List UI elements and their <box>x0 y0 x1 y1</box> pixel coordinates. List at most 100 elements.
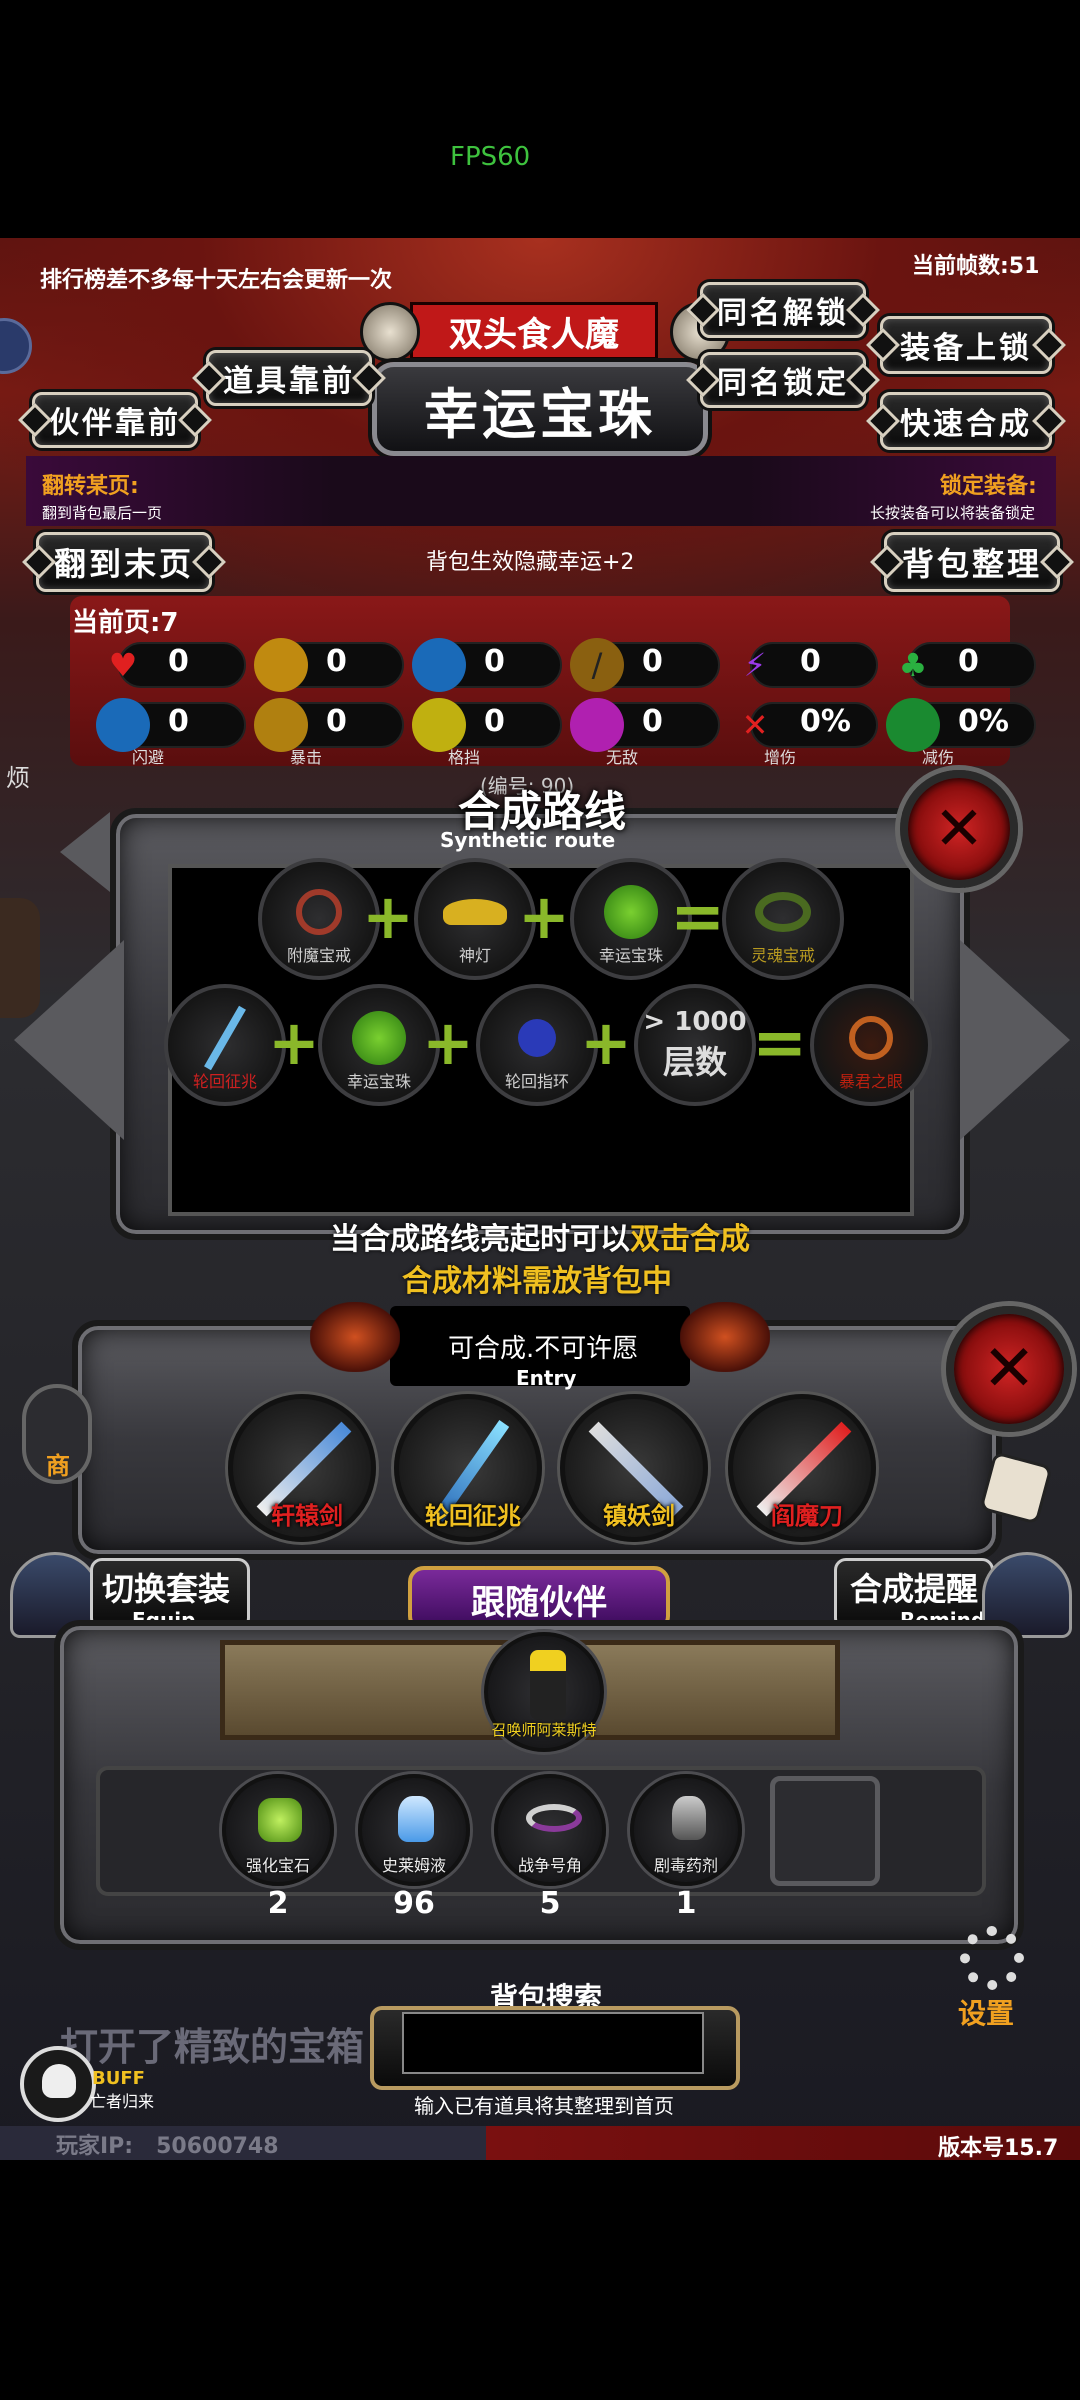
inventory-slot-1[interactable]: 强化宝石 <box>222 1774 334 1886</box>
lamp-icon <box>443 899 507 925</box>
soul-ring-icon <box>755 892 811 932</box>
plus-icon: + <box>580 1006 632 1079</box>
plus-icon: + <box>518 880 570 953</box>
gem-icon <box>258 1798 302 1842</box>
partner-slot[interactable]: 召唤师阿莱斯特 <box>484 1632 604 1752</box>
frame-count: 当前帧数:51 <box>912 254 1040 279</box>
stat-luck: ♣ 0 <box>886 636 1044 694</box>
monster-name: 双头食人魔 <box>449 314 619 355</box>
flip-last-page-button[interactable]: 翻到末页 <box>36 532 212 592</box>
switch-equip-label: 切换套装 <box>102 1570 231 1608</box>
stats-row-2: 0 闪避 0 暴击 0 格挡 0 无敌 ✕ 0% 增伤 0% 减伤 <box>96 696 1044 767</box>
items-front-button[interactable]: 道具靠前 <box>206 350 372 406</box>
lock-equip-label: 锁定装备: <box>940 474 1037 499</box>
bag-effect-text: 背包生效隐藏幸运+2 <box>426 550 635 575</box>
stat-hp: ♥ 0 <box>96 636 254 694</box>
buff-button[interactable] <box>20 2046 96 2122</box>
right-claw-icon <box>680 1302 770 1372</box>
settings-button[interactable]: 设置 <box>946 1926 1038 2036</box>
staff-icon <box>204 1005 246 1071</box>
weapon-reincarnation-omen[interactable]: 轮回征兆 <box>394 1394 542 1542</box>
stat-damage-reduce: 0% 减伤 <box>886 696 1044 767</box>
version-label: 版本号15.7 <box>938 2136 1059 2161</box>
recipe1-result[interactable]: 灵魂宝戒 <box>722 858 844 980</box>
fps-counter: FPS60 <box>450 142 531 172</box>
inventory-slot-4[interactable]: 剧毒药剂 <box>630 1774 742 1886</box>
recipe2-layers: > 1000 层数 <box>634 984 756 1106</box>
weapon-xuanyuan-sword[interactable]: 轩辕剑 <box>228 1394 376 1542</box>
next-arrow-icon[interactable] <box>960 940 1070 1140</box>
search-hint: 输入已有道具将其整理到首页 <box>414 2094 674 2118</box>
close-entry-button[interactable]: ✕ <box>946 1306 1072 1432</box>
inventory-count-1: 2 <box>267 1886 289 1921</box>
stat-attack: /0 <box>570 636 728 694</box>
small-prev-arrow-icon[interactable] <box>60 812 110 892</box>
plus-icon: + <box>422 1006 474 1079</box>
stats-row-1: ♥ 0 0 0 /0 ⚡ 0 ♣ 0 <box>96 636 1044 694</box>
summoner-icon <box>530 1650 566 1720</box>
close-route-button[interactable]: ✕ <box>900 770 1018 888</box>
reincarnation-ring-icon <box>518 1019 556 1057</box>
leaderboard-notice: 排行榜差不多每十天左右会更新一次 <box>40 268 393 293</box>
monster-name-plate: 双头食人魔 <box>410 302 658 360</box>
search-input[interactable] <box>402 2012 704 2074</box>
left-claw-icon <box>310 1302 400 1372</box>
current-page: 当前页:7 <box>72 608 179 638</box>
stat-block: 0 格挡 <box>412 696 570 767</box>
prev-arrow-icon[interactable] <box>14 940 124 1140</box>
merge-tip-2: 合成材料需放背包中 <box>402 1264 672 1299</box>
stat-damage-up: ✕ 0% 增伤 <box>728 696 886 767</box>
follow-partner-label: 跟随伙伴 <box>471 1582 607 1623</box>
plus-icon: + <box>362 880 414 953</box>
poison-icon <box>672 1796 706 1840</box>
layers-label: 层数 <box>662 1043 727 1081</box>
plus-icon: + <box>268 1006 320 1079</box>
buff-label: BUFF <box>92 2068 145 2089</box>
flip-page-hint: 翻到背包最后一页 <box>42 504 163 522</box>
inventory-slot-3[interactable]: 战争号角 <box>494 1774 606 1886</box>
lucky-orb-icon <box>352 1011 406 1065</box>
inventory-slot-2[interactable]: 史莱姆液 <box>358 1774 470 1886</box>
entry-label: Entry <box>516 1366 577 1390</box>
skull-icon <box>42 2064 76 2098</box>
ring-icon <box>296 889 342 935</box>
clover-icon: ♣ <box>898 646 928 684</box>
buff-sub: 亡者归来 <box>90 2092 155 2111</box>
quick-merge-button[interactable]: 快速合成 <box>880 392 1052 450</box>
stat-armor: 0 <box>254 636 412 694</box>
inventory-slot-5[interactable] <box>770 1776 880 1886</box>
helmet-icon <box>412 638 466 692</box>
equip-lock-button[interactable]: 装备上锁 <box>880 316 1052 374</box>
equals-icon: = <box>670 878 726 955</box>
stat-crit: 0 暴击 <box>254 696 412 767</box>
merge-tip-1: 当合成路线亮起时可以双击合成 <box>330 1222 750 1257</box>
same-name-lock-button[interactable]: 同名锁定 <box>700 352 866 408</box>
equals-icon: = <box>752 1004 808 1081</box>
bag-sort-button[interactable]: 背包整理 <box>884 532 1060 592</box>
armor-icon <box>254 638 308 692</box>
sword-icon: / <box>570 638 624 692</box>
potion-icon <box>398 1796 434 1842</box>
tyrant-eye-icon <box>849 1016 893 1060</box>
partner-front-button[interactable]: 伙伴靠前 <box>32 392 198 448</box>
recipe2-result[interactable]: 暴君之眼 <box>810 984 932 1106</box>
stat-dodge: 0 闪避 <box>96 696 254 767</box>
merge-remind-label: 合成提醒 <box>850 1570 979 1608</box>
log-text: 打开了精致的宝箱 <box>60 2025 365 2069</box>
weapon-demon-sword[interactable]: 镇妖剑 <box>560 1394 708 1542</box>
item-title: 幸运宝珠 <box>424 382 656 446</box>
stat-speed: ⚡ 0 <box>728 636 886 694</box>
gear-icon <box>960 1926 1024 1990</box>
lock-equip-hint: 长按装备可以将装备锁定 <box>870 504 1036 522</box>
weapon-yama-blade[interactable]: 阎魔刀 <box>728 1394 876 1542</box>
side-letter: 烦 <box>6 764 30 792</box>
settings-label: 设置 <box>958 1997 1015 2030</box>
stat-invincible: 0 无敌 <box>570 696 728 767</box>
horn-icon <box>526 1804 582 1832</box>
shop-button[interactable]: 商 <box>22 1384 92 1484</box>
heart-icon: ♥ <box>108 646 138 684</box>
player-ip: 玩家IP: 50600748 <box>56 2134 279 2159</box>
flip-page-label: 翻转某页: <box>42 474 139 499</box>
same-name-unlock-button[interactable]: 同名解锁 <box>700 282 866 338</box>
stat-helmet: 0 <box>412 636 570 694</box>
